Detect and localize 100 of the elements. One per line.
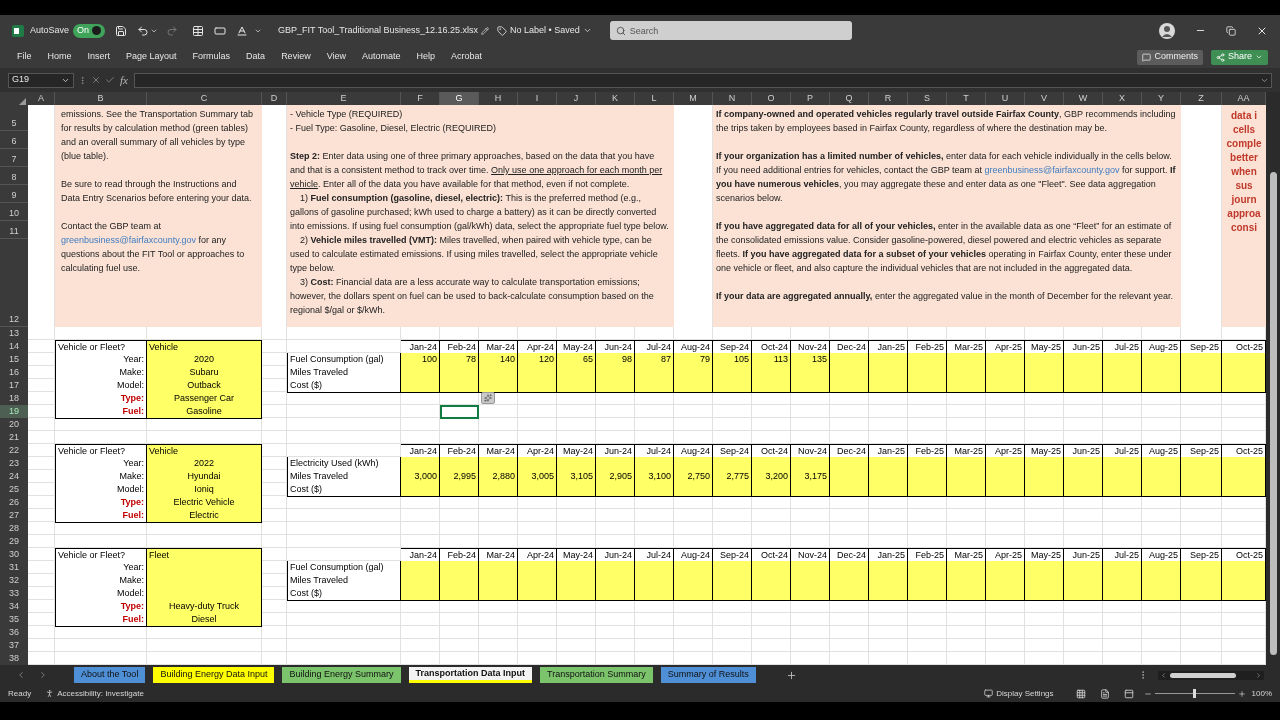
- input-cell[interactable]: [713, 379, 752, 393]
- input-cell[interactable]: [869, 457, 908, 471]
- vertical-scrollbar[interactable]: [1266, 92, 1280, 665]
- field-value[interactable]: Subaru: [147, 366, 262, 380]
- value-cell[interactable]: 87: [635, 353, 674, 367]
- input-cell[interactable]: [869, 379, 908, 393]
- input-cell[interactable]: [1222, 561, 1266, 575]
- input-cell[interactable]: [1142, 587, 1181, 601]
- table-icon[interactable]: [192, 24, 205, 37]
- row-header[interactable]: 10: [0, 203, 28, 221]
- input-cell[interactable]: [1142, 457, 1181, 471]
- quick-analysis-icon[interactable]: [481, 392, 495, 404]
- row-header[interactable]: 36: [0, 626, 28, 640]
- input-cell[interactable]: [1064, 353, 1103, 367]
- input-cell[interactable]: [752, 379, 791, 393]
- value-cell[interactable]: 3,000: [401, 470, 440, 484]
- value-cell[interactable]: 3,105: [557, 470, 596, 484]
- input-cell[interactable]: [518, 561, 557, 575]
- input-cell[interactable]: [752, 483, 791, 497]
- input-cell[interactable]: [1064, 379, 1103, 393]
- field-value[interactable]: Hyundai: [147, 470, 262, 484]
- undo-icon[interactable]: [137, 24, 150, 37]
- value-cell[interactable]: 2,750: [674, 470, 713, 484]
- normal-view-icon[interactable]: [1075, 688, 1086, 699]
- previous-sheet-icon[interactable]: [16, 670, 26, 680]
- input-cell[interactable]: [830, 457, 869, 471]
- input-cell[interactable]: [596, 457, 635, 471]
- ribbon-tab[interactable]: Help: [411, 49, 441, 65]
- input-cell[interactable]: [830, 587, 869, 601]
- ribbon-tab[interactable]: Review: [276, 49, 316, 65]
- row-header[interactable]: 11: [0, 221, 28, 239]
- value-cell[interactable]: 2,880: [479, 470, 518, 484]
- input-cell[interactable]: [635, 561, 674, 575]
- input-cell[interactable]: [1103, 379, 1142, 393]
- input-cell[interactable]: [1181, 561, 1222, 575]
- zoom-in-icon[interactable]: [1237, 689, 1246, 698]
- input-cell[interactable]: [791, 457, 830, 471]
- input-cell[interactable]: [1103, 561, 1142, 575]
- input-cell[interactable]: [908, 353, 947, 367]
- input-cell[interactable]: [401, 379, 440, 393]
- input-cell[interactable]: [986, 587, 1025, 601]
- input-cell[interactable]: [1222, 457, 1266, 471]
- enter-icon[interactable]: [105, 75, 115, 85]
- sheet-tab[interactable]: Building Energy Summary: [282, 667, 401, 683]
- scrollbar-thumb[interactable]: [1269, 172, 1277, 655]
- input-cell[interactable]: [713, 457, 752, 471]
- input-cell[interactable]: [1181, 483, 1222, 497]
- sensitivity-button[interactable]: No Label • Saved: [497, 23, 592, 38]
- input-cell[interactable]: [713, 587, 752, 601]
- input-cell[interactable]: [635, 457, 674, 471]
- input-cell[interactable]: [479, 483, 518, 497]
- display-settings-button[interactable]: Display Settings: [984, 687, 1054, 700]
- input-cell[interactable]: [440, 561, 479, 575]
- input-cell[interactable]: [479, 587, 518, 601]
- input-cell[interactable]: [1064, 561, 1103, 575]
- input-cell[interactable]: [1103, 353, 1142, 367]
- input-cell[interactable]: [869, 587, 908, 601]
- page-break-icon[interactable]: [1123, 688, 1134, 699]
- input-cell[interactable]: [1142, 353, 1181, 367]
- input-cell[interactable]: [1142, 483, 1181, 497]
- value-cell[interactable]: 3,175: [791, 470, 830, 484]
- ribbon-tab[interactable]: Insert: [82, 49, 116, 65]
- input-cell[interactable]: [908, 561, 947, 575]
- input-cell[interactable]: [1064, 457, 1103, 471]
- input-cell[interactable]: [557, 379, 596, 393]
- row-header[interactable]: 34: [0, 600, 28, 614]
- input-cell[interactable]: [1025, 483, 1064, 497]
- sheet-tab[interactable]: Building Energy Data Input: [153, 667, 275, 683]
- input-cell[interactable]: [518, 379, 557, 393]
- input-cell[interactable]: [440, 483, 479, 497]
- field-value[interactable]: Electric Vehicle: [147, 496, 262, 510]
- input-cell[interactable]: [947, 561, 986, 575]
- input-cell[interactable]: [1103, 457, 1142, 471]
- row-header[interactable]: 17: [0, 379, 28, 393]
- input-cell[interactable]: [401, 561, 440, 575]
- input-cell[interactable]: [479, 561, 518, 575]
- input-cell[interactable]: [557, 587, 596, 601]
- ribbon-tab[interactable]: Page Layout: [121, 49, 182, 65]
- input-cell[interactable]: [947, 379, 986, 393]
- input-cell[interactable]: [1103, 587, 1142, 601]
- ribbon-tab[interactable]: Data: [241, 49, 271, 65]
- next-sheet-icon[interactable]: [38, 670, 48, 680]
- ribbon-tab[interactable]: File: [12, 49, 37, 65]
- input-cell[interactable]: [869, 353, 908, 367]
- value-cell[interactable]: 135: [791, 353, 830, 367]
- input-cell[interactable]: [1025, 561, 1064, 575]
- input-cell[interactable]: [1222, 379, 1266, 393]
- input-cell[interactable]: [1064, 483, 1103, 497]
- row-header[interactable]: 33: [0, 587, 28, 601]
- input-cell[interactable]: [635, 379, 674, 393]
- row-header[interactable]: 18: [0, 392, 28, 406]
- input-cell[interactable]: [1025, 457, 1064, 471]
- row-header[interactable]: 22: [0, 444, 28, 458]
- ribbon-tab[interactable]: Automate: [357, 49, 406, 65]
- input-cell[interactable]: [1181, 353, 1222, 367]
- value-cell[interactable]: 105: [713, 353, 752, 367]
- row-header[interactable]: 30: [0, 548, 28, 562]
- input-cell[interactable]: [1222, 483, 1266, 497]
- input-cell[interactable]: [557, 457, 596, 471]
- input-cell[interactable]: [557, 561, 596, 575]
